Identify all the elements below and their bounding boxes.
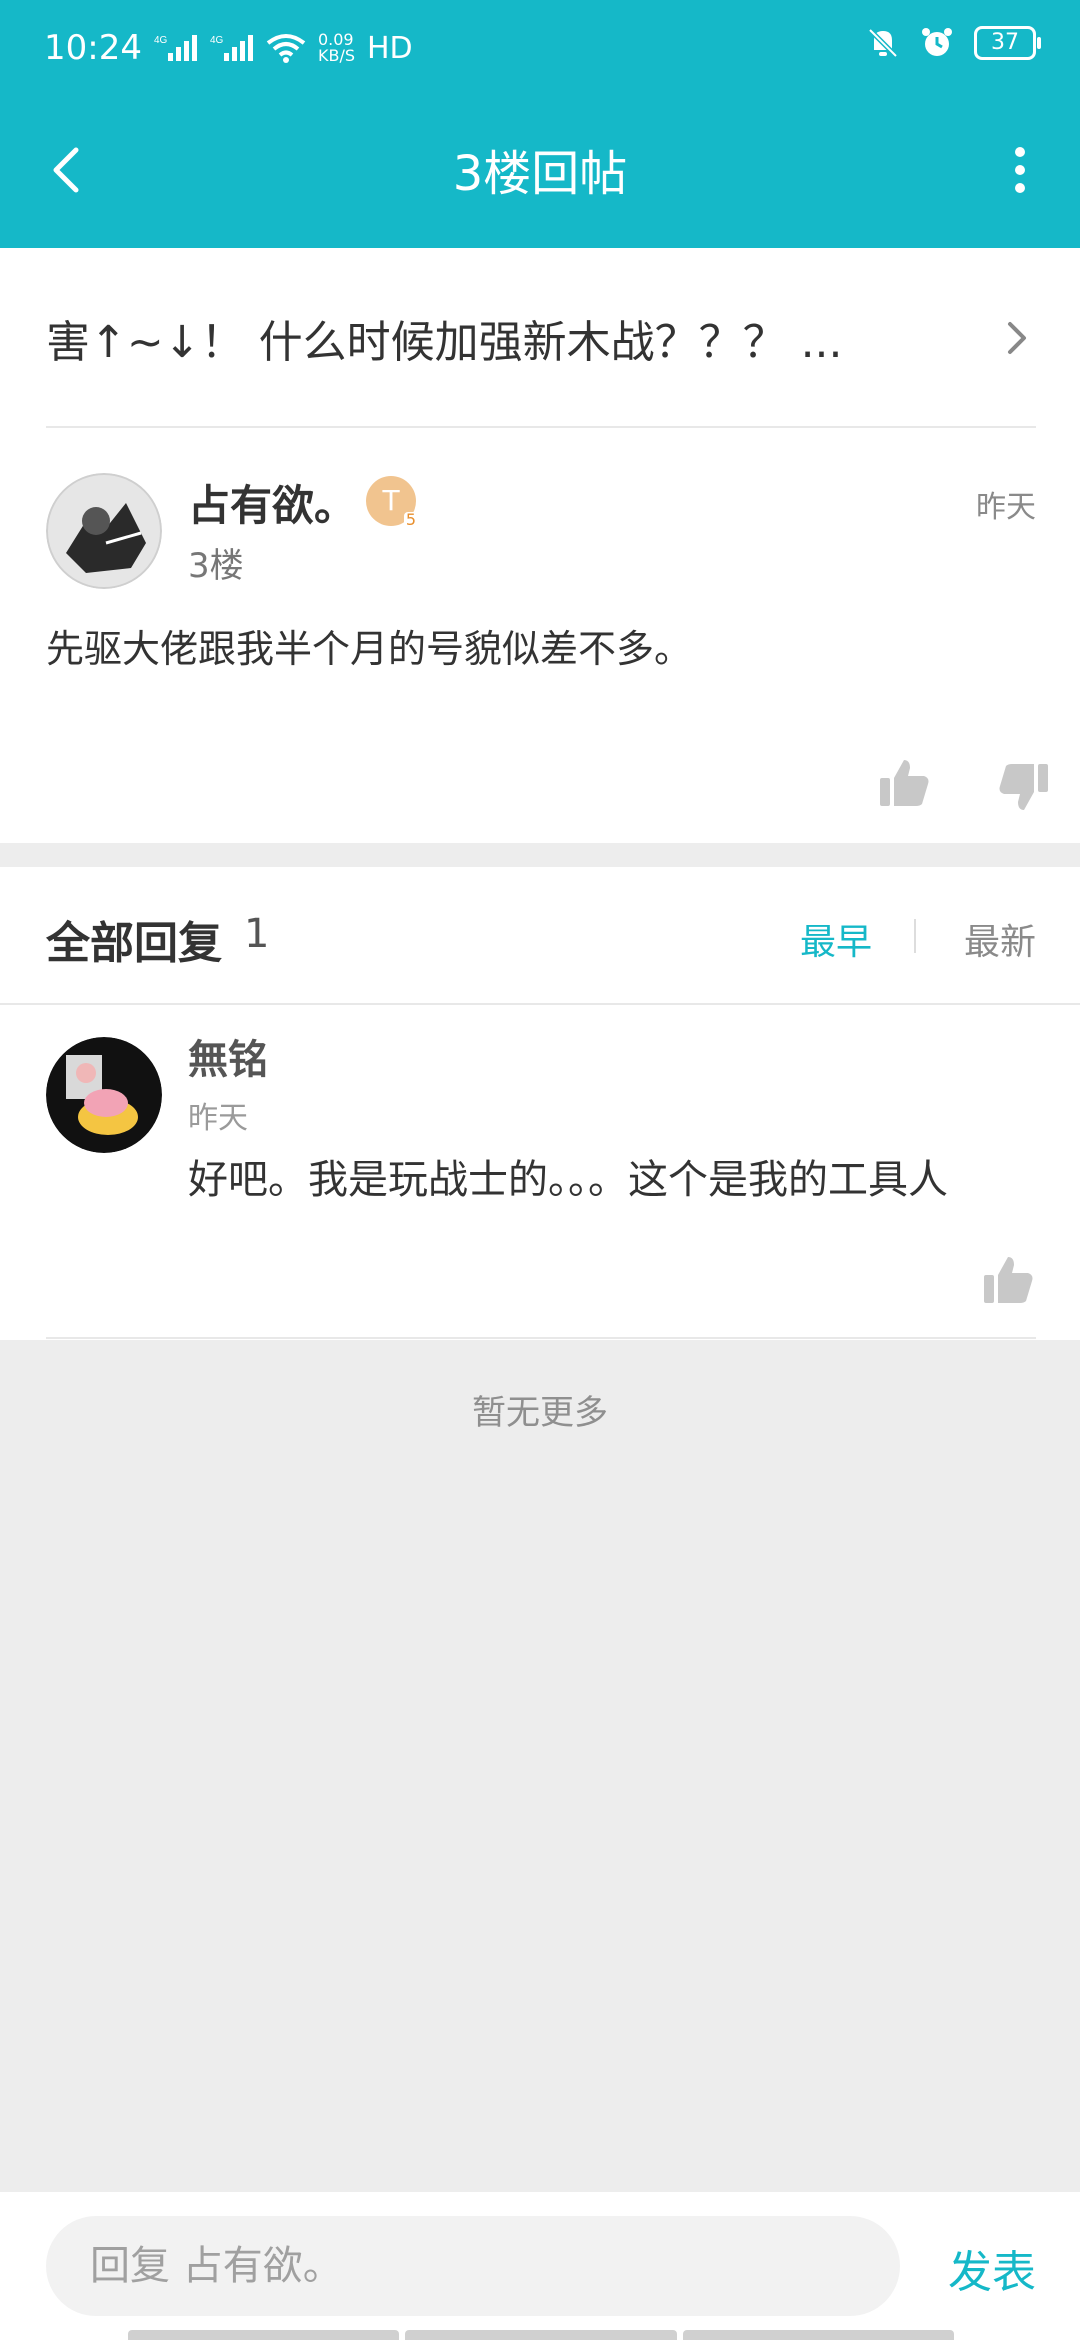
nav-segment bbox=[405, 2330, 677, 2340]
post-card: 害↑~↓！ 什么时候加强新木战？？？ ... 占有欲。 T 5 3楼 昨天 先驱… bbox=[0, 248, 1080, 843]
level-badge-letter: T bbox=[382, 484, 400, 517]
reply-thumbs-up-icon[interactable] bbox=[980, 1253, 1036, 1309]
status-right: 37 bbox=[866, 26, 1041, 60]
navigation-bar bbox=[128, 2330, 954, 2340]
send-button[interactable]: 发表 bbox=[948, 2236, 1036, 2300]
nav-segment bbox=[682, 2330, 954, 2340]
post-content: 先驱大佬跟我半个月的号貌似差不多。 bbox=[46, 627, 693, 671]
replies-card: 全部回复 1 最早 最新 無铭 昨天 好吧。我是玩战士的。。。这个是我的工具人 bbox=[0, 867, 1080, 1340]
cellular-signal-2-icon: 4G bbox=[210, 35, 253, 61]
no-more-text: 暂无更多 bbox=[472, 1393, 608, 1433]
sort-divider bbox=[914, 919, 916, 953]
mute-bell-icon bbox=[868, 28, 898, 58]
level-badge-number: 5 bbox=[403, 510, 418, 529]
author-name[interactable]: 占有欲。 bbox=[188, 472, 356, 533]
section-gap bbox=[0, 843, 1080, 867]
alarm-icon bbox=[922, 28, 952, 56]
status-time: 10:24 bbox=[44, 28, 142, 68]
replies-count: 1 bbox=[244, 911, 270, 957]
divider bbox=[0, 1003, 1080, 1005]
reply-input[interactable] bbox=[46, 2216, 900, 2316]
network-speed: 0.09 KB/S bbox=[318, 32, 355, 64]
thread-title: 害↑~↓！ 什么时候加强新木战？？？ ... bbox=[46, 317, 843, 368]
cellular-signal-icon: 4G bbox=[154, 35, 197, 61]
thread-link[interactable]: 害↑~↓！ 什么时候加强新木战？？？ ... bbox=[46, 248, 1036, 428]
reply-bar: 发表 bbox=[0, 2192, 1080, 2340]
sort-earliest-tab[interactable]: 最早 bbox=[800, 913, 872, 965]
nav-segment bbox=[128, 2330, 400, 2340]
hd-indicator: HD bbox=[367, 30, 413, 66]
post-time: 昨天 bbox=[976, 490, 1036, 525]
app-bar: 3楼回帖 bbox=[0, 100, 1080, 248]
divider bbox=[46, 426, 1036, 428]
reply-content: 好吧。我是玩战士的。。。这个是我的工具人 bbox=[188, 1157, 948, 1203]
status-bar: 10:24 4G 4G 0.09 KB/S HD 37 bbox=[0, 0, 1080, 100]
battery-icon: 37 bbox=[974, 26, 1041, 60]
level-badge-icon: T 5 bbox=[366, 476, 418, 529]
page-title: 3楼回帖 bbox=[452, 146, 628, 202]
floor-label: 3楼 bbox=[188, 546, 244, 586]
more-options-icon[interactable] bbox=[1000, 140, 1040, 200]
divider bbox=[46, 1337, 1036, 1339]
wifi-icon bbox=[266, 34, 306, 63]
sort-latest-tab[interactable]: 最新 bbox=[964, 913, 1036, 965]
thumbs-up-icon[interactable] bbox=[876, 756, 932, 812]
svg-text:4G: 4G bbox=[154, 35, 168, 46]
reply-author-name[interactable]: 無铭 bbox=[188, 1027, 268, 1085]
thumbs-down-icon[interactable] bbox=[996, 758, 1052, 814]
chevron-right-icon bbox=[1008, 322, 1026, 354]
reply-author-avatar[interactable] bbox=[46, 1037, 162, 1153]
replies-title: 全部回复 bbox=[46, 918, 222, 969]
svg-text:4G: 4G bbox=[210, 35, 224, 46]
status-left: 10:24 4G 4G 0.09 KB/S HD bbox=[44, 28, 413, 68]
speed-unit: KB/S bbox=[317, 46, 355, 65]
author-avatar[interactable] bbox=[46, 473, 162, 589]
reply-time: 昨天 bbox=[188, 1101, 248, 1136]
